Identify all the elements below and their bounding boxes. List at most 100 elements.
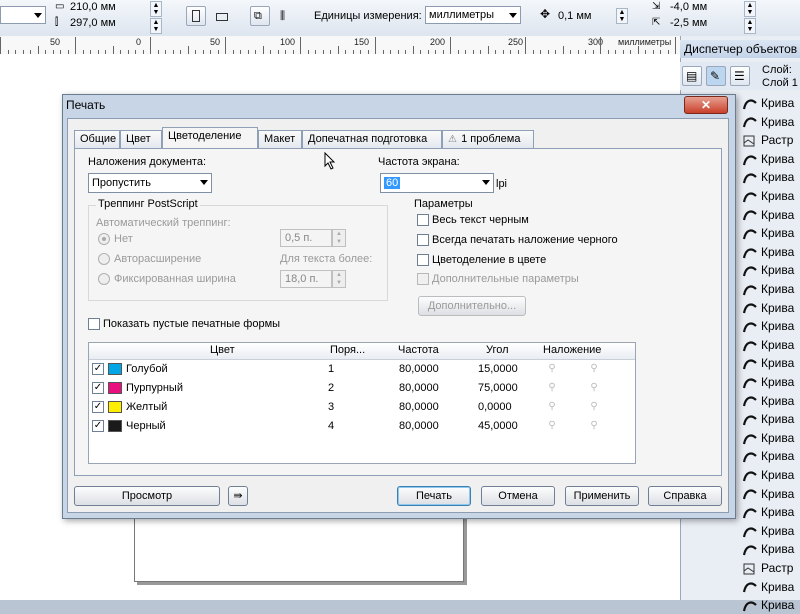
plate-frequency[interactable]: 80,0000 <box>399 401 439 413</box>
object-list-item[interactable]: Крива <box>742 168 800 186</box>
nudge-field[interactable]: 0,1 мм <box>558 10 591 22</box>
width-spinner[interactable]: ▲ ▼ <box>150 1 162 17</box>
layer-manager-button[interactable]: ☰ <box>730 66 750 86</box>
preview-button[interactable]: Просмотр <box>74 486 220 506</box>
overprint-black-checkbox[interactable] <box>417 234 429 246</box>
y-offset-field[interactable]: -2,5 мм <box>670 17 707 29</box>
x-offset-spinner[interactable]: ▲ ▼ <box>744 1 756 17</box>
apply-button[interactable]: Применить <box>565 486 639 506</box>
plate-frequency[interactable]: 80,0000 <box>399 363 439 375</box>
col-header-order[interactable]: Поря... <box>330 344 365 356</box>
plate-angle[interactable]: 15,0000 <box>478 363 518 375</box>
trapping-auto-spread-radio[interactable] <box>98 253 110 265</box>
landscape-button[interactable] <box>212 6 232 26</box>
overprint-text-icon[interactable]: ⚲ <box>588 382 600 394</box>
layers-view-button[interactable]: ▤ <box>682 66 702 86</box>
col-header-overprint[interactable]: Наложение <box>543 344 601 356</box>
object-list-item[interactable]: Крива <box>742 261 800 279</box>
plate-enable-checkbox[interactable]: ✓ <box>92 420 104 432</box>
plate-angle[interactable]: 75,0000 <box>478 382 518 394</box>
object-list-item[interactable]: Крива <box>742 373 800 391</box>
object-list-item[interactable]: Крива <box>742 466 800 484</box>
object-list-item[interactable]: Растр <box>742 131 800 149</box>
object-list-item[interactable]: Крива <box>742 596 800 614</box>
units-select[interactable]: миллиметры <box>425 6 521 24</box>
plate-enable-checkbox[interactable]: ✓ <box>92 363 104 375</box>
object-list-item[interactable]: Крива <box>742 187 800 205</box>
tab-separations[interactable]: Цветоделение <box>162 127 258 149</box>
color-separation-checkbox[interactable] <box>417 254 429 266</box>
object-list-item[interactable]: Крива <box>742 485 800 503</box>
x-offset-field[interactable]: -4,0 мм <box>670 1 707 13</box>
trap-width-field[interactable]: 0,5 п. <box>280 229 332 247</box>
close-button[interactable]: ✕ <box>684 96 728 114</box>
plate-angle[interactable]: 0,0000 <box>478 401 512 413</box>
text-above-spinner[interactable]: ▲ ▼ <box>332 270 346 288</box>
horizontal-ruler[interactable]: 50 0 50 100 150 200 250 300 миллиметры <box>0 36 680 55</box>
overprint-graphics-icon[interactable]: ⚲ <box>546 420 558 432</box>
object-list-item[interactable]: Крива <box>742 354 800 372</box>
object-list-item[interactable]: Крива <box>742 94 800 112</box>
object-list-item[interactable]: Крива <box>742 280 800 298</box>
object-list-item[interactable]: Крива <box>742 317 800 335</box>
object-list-item[interactable]: Крива <box>742 522 800 540</box>
object-list-item[interactable]: Крива <box>742 578 800 596</box>
doc-overprint-select[interactable]: Пропустить <box>88 173 212 193</box>
current-page-button[interactable]: ⫼ <box>276 6 296 26</box>
object-list-item[interactable]: Крива <box>742 503 800 521</box>
y-offset-spinner[interactable]: ▲ ▼ <box>744 18 756 34</box>
plate-enable-checkbox[interactable]: ✓ <box>92 401 104 413</box>
object-list-item[interactable]: Крива <box>742 447 800 465</box>
page-height-field[interactable]: 297,0 мм <box>70 17 116 29</box>
col-header-angle[interactable]: Угол <box>486 344 509 356</box>
tab-general[interactable]: Общие <box>74 130 120 148</box>
screen-freq-select[interactable]: 60 <box>380 173 494 193</box>
plate-enable-checkbox[interactable]: ✓ <box>92 382 104 394</box>
height-spinner[interactable]: ▲ ▼ <box>150 18 162 34</box>
page-width-field[interactable]: 210,0 мм <box>70 1 116 13</box>
overprint-text-icon[interactable]: ⚲ <box>588 363 600 375</box>
tab-issues[interactable]: ⚠ 1 проблема <box>442 130 534 148</box>
object-list-item[interactable]: Крива <box>742 299 800 317</box>
trap-width-spinner[interactable]: ▲ ▼ <box>332 229 346 247</box>
print-button[interactable]: Печать <box>397 486 471 506</box>
object-list-item[interactable]: Крива <box>742 392 800 410</box>
overprint-text-icon[interactable]: ⚲ <box>588 420 600 432</box>
object-list-item[interactable]: Крива <box>742 150 800 168</box>
overprint-graphics-icon[interactable]: ⚲ <box>546 382 558 394</box>
object-list-item[interactable]: Крива <box>742 113 800 131</box>
plate-angle[interactable]: 45,0000 <box>478 420 518 432</box>
col-header-color[interactable]: Цвет <box>210 344 235 356</box>
plate-frequency[interactable]: 80,0000 <box>399 420 439 432</box>
object-list-item[interactable]: Растр <box>742 559 800 577</box>
preview-expand-button[interactable]: ⇛ <box>228 486 248 506</box>
object-list-item[interactable]: Крива <box>742 206 800 224</box>
advanced-button[interactable]: Дополнительно... <box>418 296 526 316</box>
text-above-field[interactable]: 18,0 п. <box>280 270 332 288</box>
page-size-combo[interactable] <box>0 6 46 24</box>
extra-params-checkbox[interactable] <box>417 273 429 285</box>
tab-layout[interactable]: Макет <box>258 130 302 148</box>
object-list-item[interactable]: Крива <box>742 336 800 354</box>
object-list-item[interactable]: Крива <box>742 224 800 242</box>
trapping-none-radio[interactable] <box>98 233 110 245</box>
cancel-button[interactable]: Отмена <box>481 486 555 506</box>
portrait-button[interactable] <box>186 6 206 26</box>
trapping-fixed-width-radio[interactable] <box>98 273 110 285</box>
all-pages-button[interactable]: ⧉ <box>250 6 270 26</box>
overprint-graphics-icon[interactable]: ⚲ <box>546 401 558 413</box>
object-list-item[interactable]: Крива <box>742 429 800 447</box>
show-empty-plates-checkbox[interactable] <box>88 318 100 330</box>
object-list-item[interactable]: Крива <box>742 243 800 261</box>
plate-frequency[interactable]: 80,0000 <box>399 382 439 394</box>
all-text-black-checkbox[interactable] <box>417 214 429 226</box>
nudge-spinner[interactable]: ▲ ▼ <box>616 8 628 24</box>
tab-color[interactable]: Цвет <box>120 130 162 148</box>
tab-prepress[interactable]: Допечатная подготовка <box>302 130 442 148</box>
help-button[interactable]: Справка <box>648 486 722 506</box>
edit-layers-button[interactable]: ✎ <box>706 66 726 86</box>
overprint-graphics-icon[interactable]: ⚲ <box>546 363 558 375</box>
col-header-frequency[interactable]: Частота <box>398 344 439 356</box>
object-list-item[interactable]: Крива <box>742 410 800 428</box>
object-list-item[interactable]: Крива <box>742 540 800 558</box>
